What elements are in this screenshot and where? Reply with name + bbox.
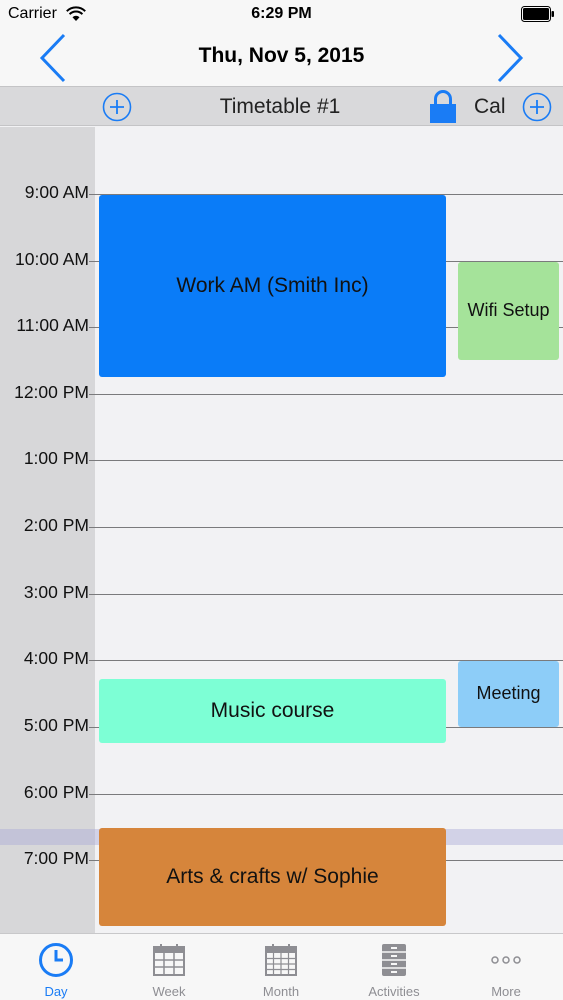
tab-label: Month: [262, 984, 300, 999]
clock-icon: [39, 943, 73, 977]
hour-line: [95, 527, 563, 528]
tab-week[interactable]: Week: [113, 934, 225, 1000]
hour-label: 12:00 PM: [14, 382, 89, 402]
tab-day[interactable]: Day: [0, 934, 112, 1000]
timetable-toolbar: Timetable #1 Cal: [0, 86, 563, 126]
status-bar: Carrier 6:29 PM: [0, 0, 563, 30]
cabinet-icon: [382, 944, 406, 976]
lock-icon[interactable]: [428, 89, 458, 124]
nav-bar: Thu, Nov 5, 2015: [0, 30, 563, 86]
calendar-week-icon: [153, 944, 185, 976]
tab-label: More: [491, 984, 521, 999]
add-timetable-icon[interactable]: [102, 92, 132, 122]
calendar-month-icon: [265, 944, 297, 976]
hour-line: [95, 594, 563, 595]
tab-bar: Day Week Month Activities More: [0, 933, 563, 1000]
tab-more[interactable]: More: [450, 934, 562, 1000]
tab-label: Activities: [368, 984, 420, 999]
hour-line: [95, 394, 563, 395]
event-meeting[interactable]: Meeting: [458, 661, 559, 727]
day-schedule[interactable]: 9:00 AM 10:00 AM 11:00 AM 12:00 PM 1:00 …: [0, 127, 563, 933]
hour-label: 3:00 PM: [23, 582, 89, 602]
tab-activities[interactable]: Activities: [338, 934, 450, 1000]
hour-label: 1:00 PM: [23, 448, 89, 468]
event-wifi-setup[interactable]: Wifi Setup: [458, 262, 559, 360]
hour-line: [95, 794, 563, 795]
event-work-am[interactable]: Work AM (Smith Inc): [99, 195, 446, 377]
add-calendar-icon[interactable]: [522, 92, 552, 122]
event-arts-crafts[interactable]: Arts & crafts w/ Sophie: [99, 828, 446, 926]
more-dots-icon: [491, 956, 521, 964]
status-time: 6:29 PM: [251, 5, 312, 22]
timetable-name[interactable]: Timetable #1: [150, 95, 410, 119]
tab-label: Week: [152, 984, 186, 999]
hour-label: 2:00 PM: [23, 515, 89, 535]
date-title: Thu, Nov 5, 2015: [198, 44, 365, 67]
hour-label: 4:00 PM: [23, 648, 89, 668]
hour-label: 10:00 AM: [15, 249, 89, 269]
hour-label: 7:00 PM: [23, 848, 89, 868]
hour-label: 6:00 PM: [23, 782, 89, 802]
calendar-name[interactable]: Cal: [474, 95, 506, 119]
hour-label: 9:00 AM: [24, 182, 89, 202]
event-music-course[interactable]: Music course: [99, 679, 446, 743]
chevron-right-icon[interactable]: [487, 32, 533, 84]
tab-label: Day: [44, 984, 68, 999]
battery-icon: [521, 6, 554, 22]
hour-label: 11:00 AM: [16, 315, 89, 335]
hour-label: 5:00 PM: [23, 715, 89, 735]
hour-line: [95, 460, 563, 461]
tab-month[interactable]: Month: [225, 934, 337, 1000]
